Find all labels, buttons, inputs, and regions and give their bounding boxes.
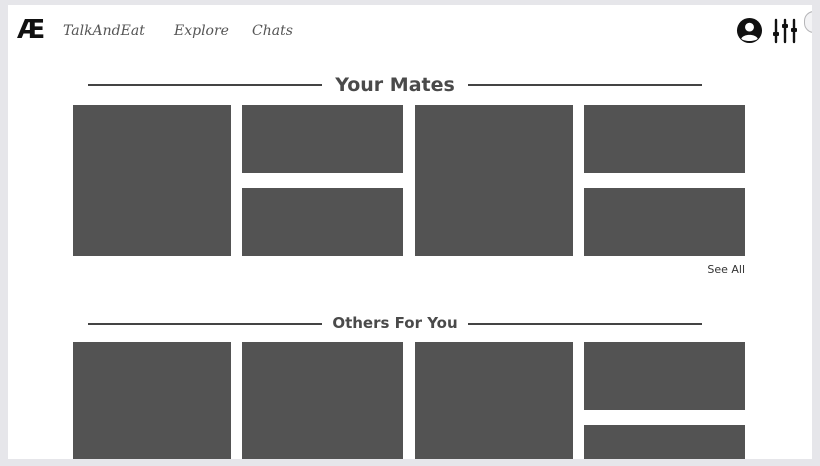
see-all-link[interactable]: See All bbox=[698, 263, 745, 276]
your-mates-header: Your Mates bbox=[88, 73, 702, 97]
page: Æ TalkAndEat Explore Chats Your Mates Se… bbox=[8, 5, 812, 459]
section-title-others-for-you: Others For You bbox=[332, 314, 458, 332]
suggestion-card[interactable] bbox=[73, 342, 231, 459]
section-title-your-mates: Your Mates bbox=[335, 74, 455, 96]
app-logo[interactable]: Æ bbox=[17, 15, 45, 45]
mate-card[interactable] bbox=[584, 105, 745, 173]
suggestion-card[interactable] bbox=[584, 342, 745, 410]
suggestion-card[interactable] bbox=[415, 342, 573, 459]
divider-line bbox=[88, 84, 322, 86]
suggestion-card[interactable] bbox=[584, 425, 745, 459]
divider-line bbox=[468, 323, 702, 325]
mate-card[interactable] bbox=[242, 188, 403, 256]
nav-link-explore[interactable]: Explore bbox=[174, 21, 229, 41]
mate-card[interactable] bbox=[584, 188, 745, 256]
navbar: Æ TalkAndEat Explore Chats bbox=[8, 5, 812, 61]
suggestion-card[interactable] bbox=[242, 342, 403, 459]
mate-card[interactable] bbox=[415, 105, 573, 256]
others-for-you-header: Others For You bbox=[88, 312, 702, 336]
divider-line bbox=[468, 84, 702, 86]
mate-card[interactable] bbox=[73, 105, 231, 256]
nav-link-chats[interactable]: Chats bbox=[252, 21, 293, 41]
mate-card[interactable] bbox=[242, 105, 403, 173]
user-circle-icon[interactable] bbox=[736, 17, 763, 44]
divider-line bbox=[88, 323, 322, 325]
nav-link-talkandeat[interactable]: TalkAndEat bbox=[63, 21, 145, 41]
sliders-icon[interactable] bbox=[772, 18, 798, 44]
